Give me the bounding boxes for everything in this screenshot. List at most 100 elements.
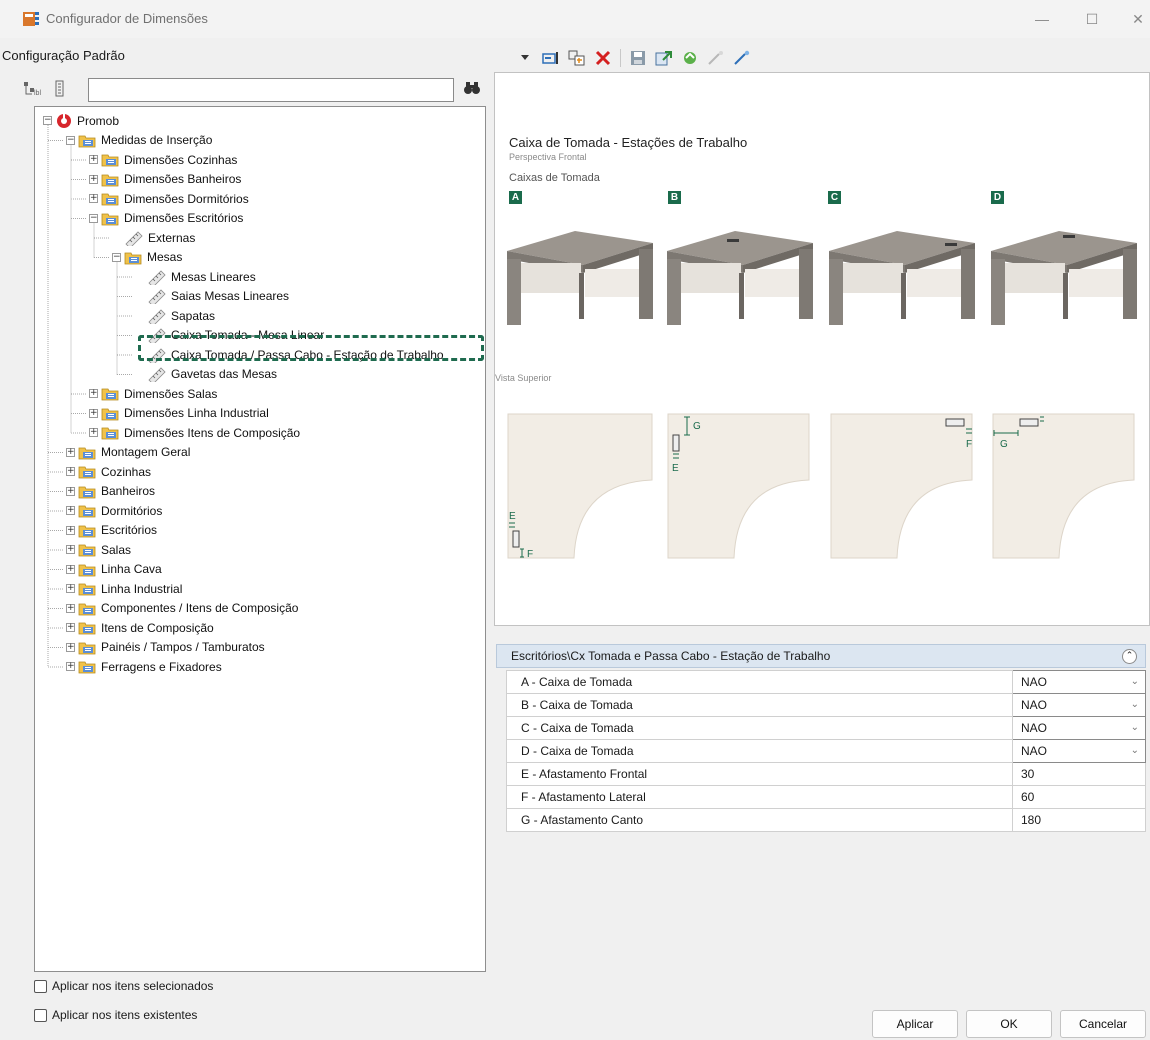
top-view-d: G [992,413,1135,559]
expand-icon[interactable]: + [89,428,98,437]
property-dropdown[interactable]: NAO ⌄ [1012,693,1146,717]
expand-icon[interactable]: + [66,584,75,593]
property-value: 30 [1021,767,1035,781]
refresh-icon[interactable] [681,49,699,67]
tree-item-label: Montagem Geral [101,445,191,459]
tree-item[interactable]: + Painéis / Tampos / Tamburatos [66,638,265,657]
collapse-icon[interactable]: − [112,252,121,262]
tree-item[interactable]: − Medidas de Inserção [66,131,212,150]
delete-icon[interactable] [594,49,612,67]
expand-icon[interactable]: + [66,545,75,554]
collapse-icon[interactable]: ⌃ [1122,649,1137,664]
tree-item[interactable]: − Mesas [112,248,182,267]
tree-item-label: Dimensões Salas [124,386,218,401]
properties-header[interactable]: Escritórios\Cx Tomada e Passa Cabo - Est… [496,644,1146,668]
property-value-input[interactable]: 180 [1012,808,1146,832]
export-icon[interactable] [655,49,673,67]
expand-icon[interactable]: + [66,506,75,515]
cancel-button[interactable]: Cancelar [1060,1010,1146,1038]
collapse-icon[interactable]: − [89,213,98,223]
property-name: D - Caixa de Tomada [506,739,1013,763]
ruler-icon [125,230,143,246]
find-icon[interactable] [463,80,481,99]
tree-item[interactable]: + Dimensões Banheiros [89,170,241,189]
tree-item[interactable]: + Ferragens e Fixadores [66,657,222,676]
tree-item[interactable]: Mesas Lineares [135,267,256,286]
tree-item[interactable]: − Dimensões Escritórios [89,209,243,228]
tree-panel: − Promob − Medidas de Inserção + Dimensões Co… [34,106,486,972]
tree-item[interactable]: + Dimensões Salas [89,384,217,403]
chevron-down-icon[interactable]: ⌄ [1131,699,1139,710]
save-icon[interactable] [629,49,647,67]
tree-item[interactable]: + Dimensões Dormitórios [89,189,249,208]
tree-item[interactable]: + Itens de Composição [66,618,214,637]
chevron-down-icon[interactable]: ⌄ [1131,722,1139,733]
maximize-button[interactable]: ☐ [1080,8,1104,30]
expand-icon[interactable]: + [89,194,98,203]
dropdown-arrow-icon[interactable] [516,49,534,67]
expand-icon[interactable]: + [66,447,75,457]
expand-icon[interactable]: + [66,486,75,496]
expand-icon[interactable]: + [89,389,98,398]
tree-view-icon[interactable]: lbl [24,82,41,97]
expand-icon[interactable]: + [66,623,75,632]
tree-item[interactable]: Saias Mesas Lineares [135,287,289,306]
collapse-icon[interactable]: − [66,135,75,145]
dim-label-g: G [693,421,701,432]
tree-item[interactable]: + Dimensões Cozinhas [89,150,237,169]
tree-item[interactable]: + Dimensões Itens de Composição [89,423,300,442]
tree-item[interactable]: + Banheiros [66,482,155,501]
tree-item[interactable]: + Salas [66,540,131,559]
tree-item[interactable]: + Dimensões Linha Industrial [89,404,269,423]
chevron-down-icon[interactable]: ⌄ [1131,745,1139,756]
list-view-icon[interactable] [55,80,64,97]
apply-button[interactable]: Aplicar [872,1010,958,1038]
ok-button[interactable]: OK [966,1010,1052,1038]
close-button[interactable]: ✕ [1126,8,1150,30]
letter-badge-c: C [828,191,841,204]
tree-item[interactable]: + Dormitórios [66,501,162,520]
collapse-icon[interactable]: − [43,116,52,125]
expand-icon[interactable]: + [66,564,75,574]
property-dropdown[interactable]: NAO ⌄ [1012,716,1146,740]
property-dropdown[interactable]: NAO ⌄ [1012,739,1146,763]
apply-selected-checkbox[interactable] [34,979,47,993]
copy-icon[interactable] [568,49,586,67]
tree-item[interactable]: + Cozinhas [66,462,151,481]
expand-icon[interactable]: + [89,408,98,418]
insert-item-icon[interactable] [542,49,560,67]
expand-icon[interactable]: + [66,467,75,476]
expand-icon[interactable]: + [66,662,75,671]
tree-item[interactable]: + Montagem Geral [66,443,190,462]
tree-item[interactable]: Externas [112,228,195,247]
folder-icon [101,174,119,186]
magic-wand-icon[interactable] [733,49,751,67]
apply-existing-checkbox[interactable] [34,1008,47,1022]
property-value-input[interactable]: 60 [1012,785,1146,809]
expand-icon[interactable]: + [66,525,75,535]
expand-icon[interactable]: + [89,155,98,164]
preview-title: Caixa de Tomada - Estações de Trabalho [509,135,748,150]
tree-search-input[interactable] [88,78,454,102]
apply-existing-checkbox-row[interactable]: Aplicar nos itens existentes [34,1008,197,1022]
tree-item[interactable]: + Componentes / Itens de Composição [66,599,298,618]
tree-item-label: Gavetas das Mesas [171,367,278,381]
minimize-button[interactable]: — [1030,8,1054,30]
tree-item[interactable]: Sapatas [135,306,215,325]
wand-icon[interactable] [707,49,725,67]
tree-item[interactable]: + Escritórios [66,521,157,540]
tree-item[interactable]: Gavetas das Mesas [135,365,277,384]
ruler-icon [148,269,166,285]
property-value-input[interactable]: 30 [1012,762,1146,786]
expand-icon[interactable]: + [89,174,98,184]
property-dropdown[interactable]: NAO ⌄ [1012,670,1146,694]
configuration-label: Configuração Padrão [2,48,125,63]
tree-item[interactable]: − Promob [43,111,119,130]
apply-selected-checkbox-row[interactable]: Aplicar nos itens selecionados [34,979,213,993]
chevron-down-icon[interactable]: ⌄ [1131,676,1139,687]
expand-icon[interactable]: + [66,642,75,652]
tree-item[interactable]: + Linha Industrial [66,579,182,598]
folder-icon [101,427,119,440]
expand-icon[interactable]: + [66,603,75,613]
tree-item[interactable]: + Linha Cava [66,560,162,579]
